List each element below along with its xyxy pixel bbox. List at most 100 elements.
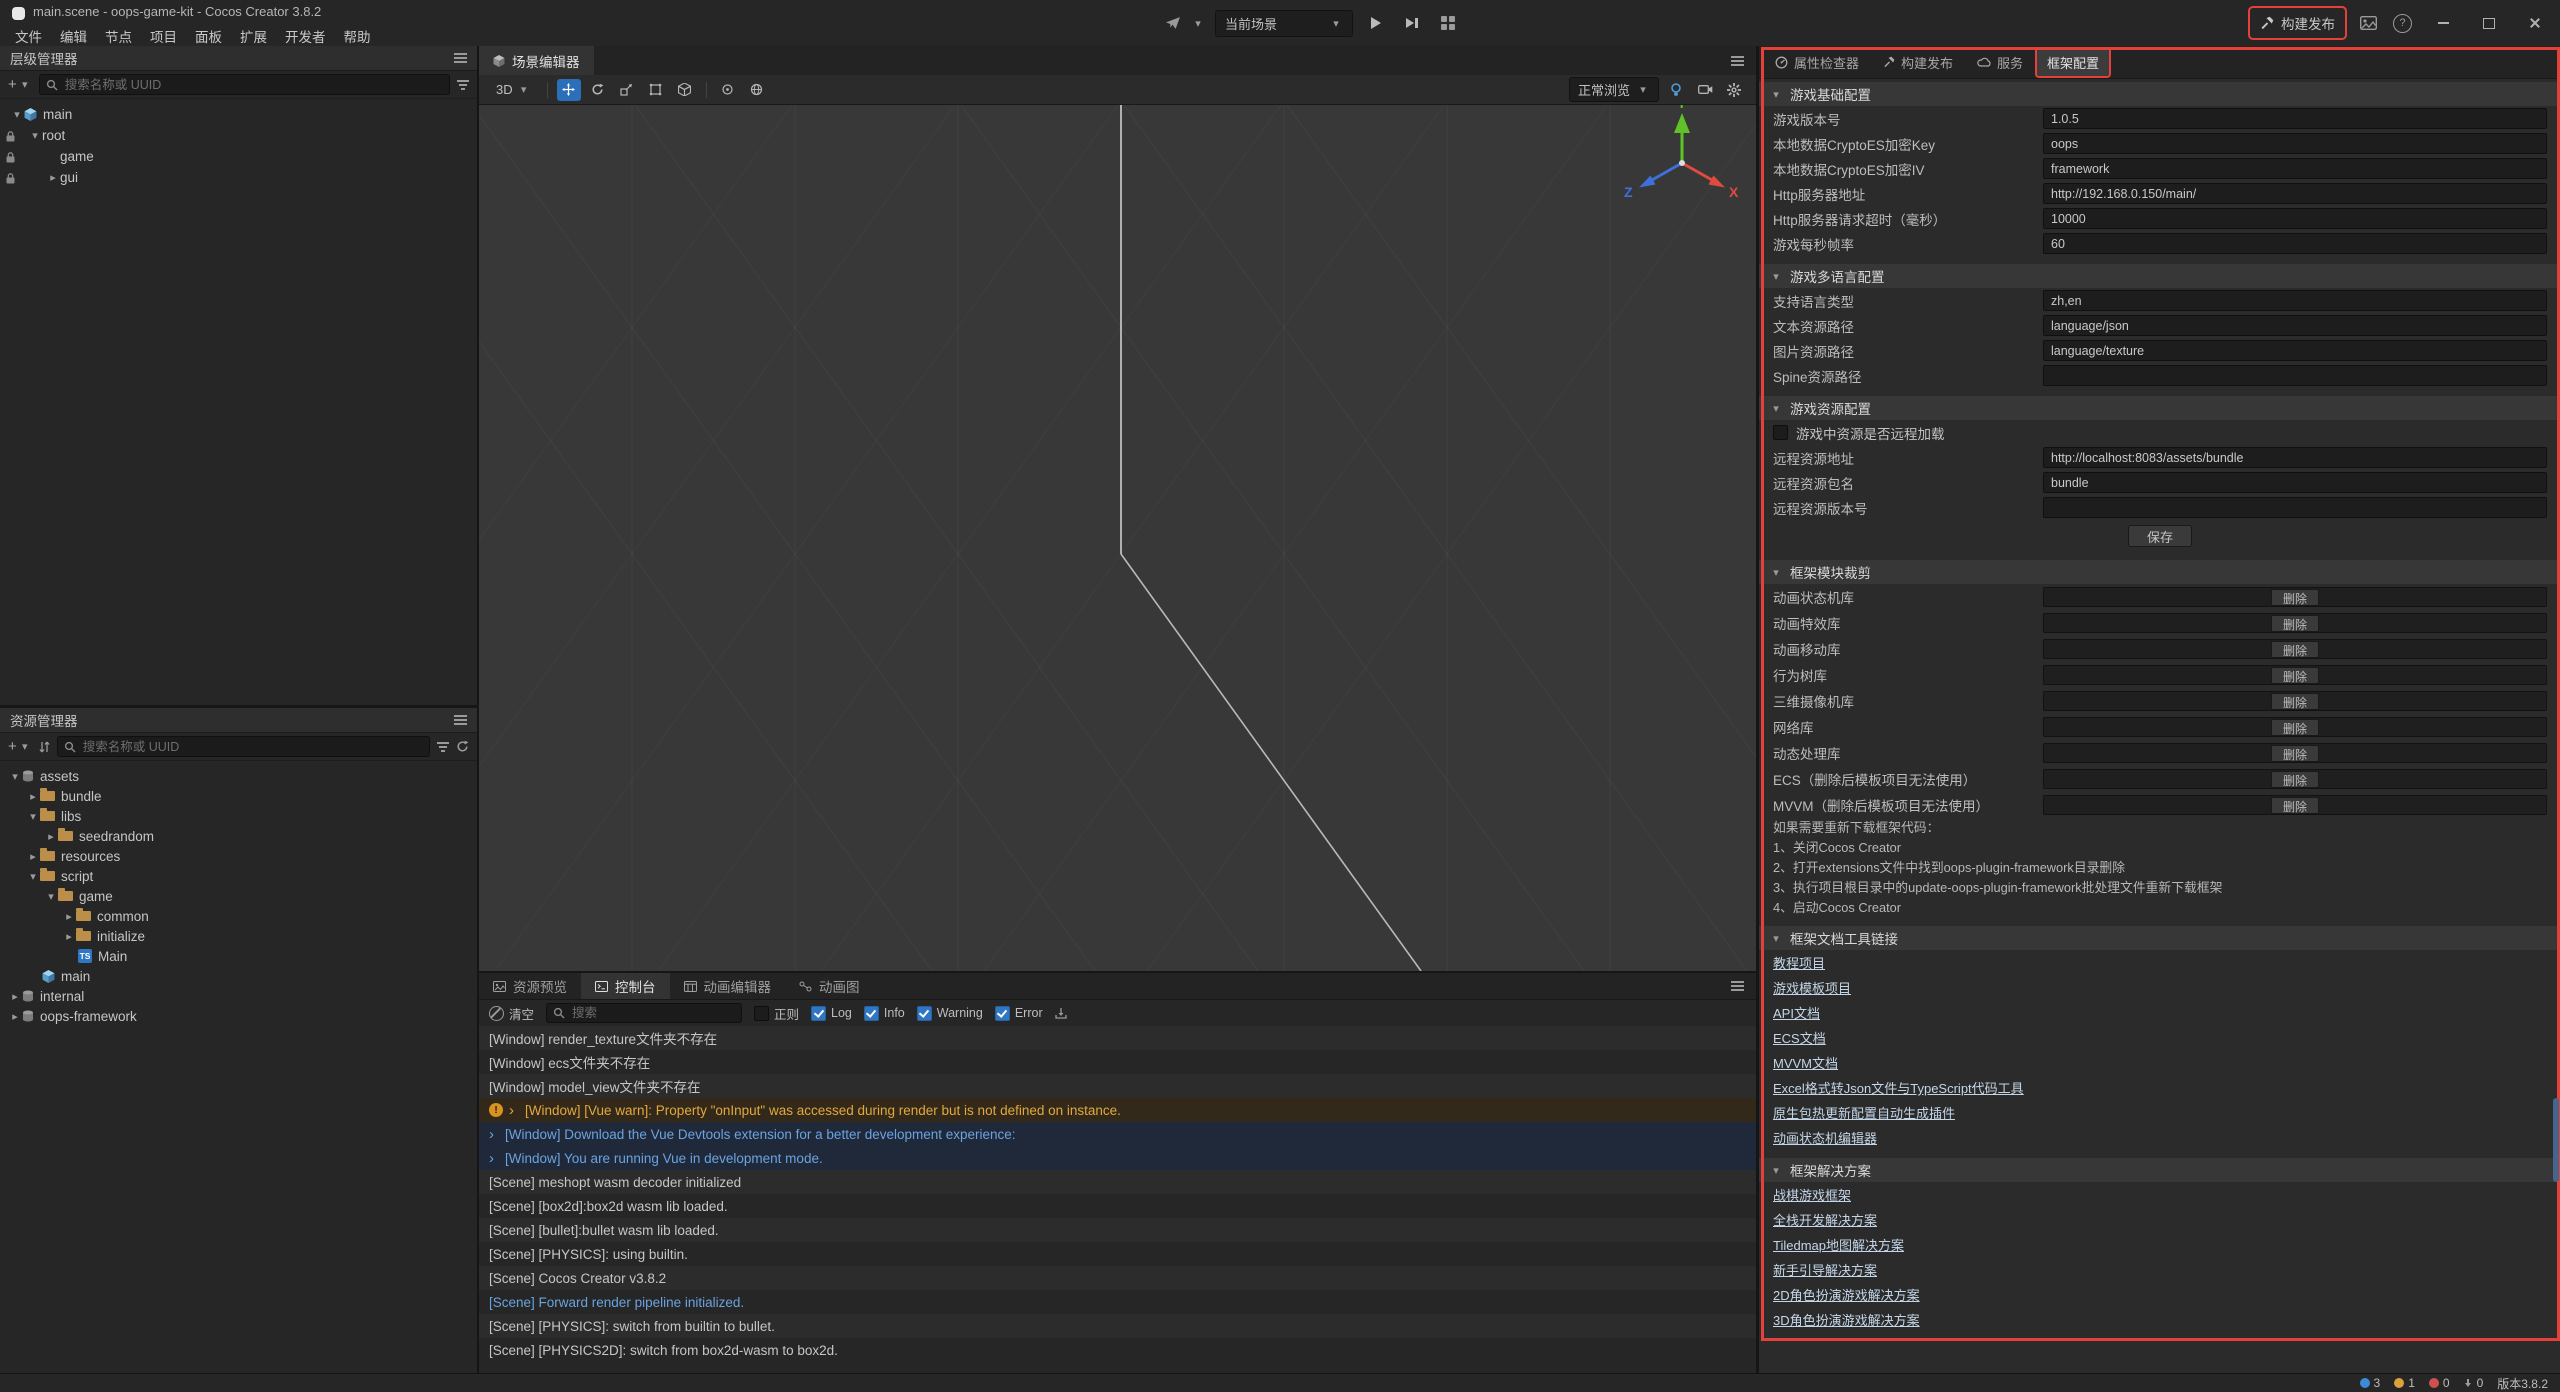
delete-button[interactable]: 删除	[2271, 615, 2319, 632]
doc-link-template[interactable]: 游戏模板项目	[1773, 978, 1851, 997]
hierarchy-search[interactable]	[39, 74, 450, 95]
transform-tool-button[interactable]	[673, 79, 697, 101]
tab-build-publish[interactable]: 构建发布	[1873, 49, 1963, 76]
expand-chevron-icon[interactable]	[509, 1102, 519, 1119]
delete-button[interactable]: 删除	[2271, 667, 2319, 684]
view-mode-dropdown[interactable]: 正常浏览	[1569, 77, 1659, 102]
doc-link-anim-state-editor[interactable]: 动画状态机编辑器	[1773, 1128, 1877, 1147]
spine-res-path-input[interactable]	[2043, 365, 2547, 386]
status-info-count[interactable]: 3	[2360, 1376, 2381, 1390]
status-error-count[interactable]: 0	[2429, 1376, 2450, 1390]
doc-link-excel-tool[interactable]: Excel格式转Json文件与TypeScript代码工具	[1773, 1078, 2024, 1097]
delete-button[interactable]: 删除	[2271, 589, 2319, 606]
expand-caret-icon[interactable]	[44, 890, 58, 903]
expand-caret-icon[interactable]	[26, 870, 40, 883]
tab-scene-editor[interactable]: 场景编辑器	[479, 46, 594, 75]
lock-icon[interactable]	[6, 130, 15, 145]
log-entry[interactable]: [Window] model_view文件夹不存在	[479, 1074, 1756, 1098]
languages-input[interactable]	[2043, 290, 2547, 311]
filter-warning-checkbox[interactable]: Warning	[917, 1006, 983, 1021]
layout-button[interactable]	[1435, 11, 1461, 35]
section-module-trim[interactable]: 框架模块裁剪	[1759, 560, 2560, 584]
log-entry[interactable]: [Scene] [PHYSICS]: using builtin.	[479, 1242, 1756, 1266]
asset-node-script[interactable]: script	[0, 866, 477, 886]
scene-settings-button[interactable]	[1722, 79, 1746, 101]
clear-console-button[interactable]: 清空	[489, 1004, 534, 1023]
pivot-toggle-button[interactable]	[716, 79, 740, 101]
expand-caret-icon[interactable]	[10, 108, 24, 121]
filter-error-checkbox[interactable]: Error	[995, 1006, 1043, 1021]
asset-node-main-ts[interactable]: TS Main	[0, 946, 477, 966]
log-entry[interactable]: [Scene] Cocos Creator v3.8.2	[479, 1266, 1756, 1290]
help-icon[interactable]	[2393, 14, 2412, 33]
expand-caret-icon[interactable]	[26, 810, 40, 823]
asset-node-oops-framework[interactable]: oops-framework	[0, 1006, 477, 1026]
asset-node-bundle[interactable]: bundle	[0, 786, 477, 806]
console-log-list[interactable]: [Window] render_texture文件夹不存在 [Window] e…	[479, 1026, 1756, 1373]
panel-menu-icon[interactable]	[454, 57, 467, 59]
section-game-basic[interactable]: 游戏基础配置	[1759, 82, 2560, 106]
section-doc-links[interactable]: 框架文档工具链接	[1759, 926, 2560, 950]
doc-link-api[interactable]: API文档	[1773, 1003, 1820, 1022]
delete-button[interactable]: 删除	[2271, 641, 2319, 658]
expand-caret-icon[interactable]	[46, 171, 60, 184]
scene-view[interactable]: Y X Z	[479, 105, 1756, 971]
remote-url-input[interactable]	[2043, 447, 2547, 468]
inspector-scrollbar[interactable]	[2553, 1098, 2559, 1182]
asset-node-game[interactable]: game	[0, 886, 477, 906]
menu-project[interactable]: 项目	[141, 24, 186, 48]
asset-node-internal[interactable]: internal	[0, 986, 477, 1006]
doc-link-ecs[interactable]: ECS文档	[1773, 1028, 1826, 1047]
asset-node-main-scene[interactable]: main	[0, 966, 477, 986]
hierarchy-node-game[interactable]: game	[0, 146, 477, 167]
rotate-tool-button[interactable]	[586, 79, 610, 101]
log-entry-info[interactable]: [Window] Download the Vue Devtools exten…	[479, 1122, 1756, 1146]
asset-node-initialize[interactable]: initialize	[0, 926, 477, 946]
tab-animation-graph[interactable]: 动画图	[785, 973, 874, 999]
delete-button[interactable]: 删除	[2271, 771, 2319, 788]
lock-icon[interactable]	[6, 172, 15, 187]
image-preview-icon[interactable]	[2360, 16, 2377, 30]
solution-link-2drpg[interactable]: 2D角色扮演游戏解决方案	[1773, 1285, 1920, 1304]
expand-caret-icon[interactable]	[28, 129, 42, 142]
tab-property-inspector[interactable]: 属性检查器	[1765, 49, 1869, 76]
console-search-input[interactable]	[570, 1005, 735, 1021]
save-button[interactable]: 保存	[2128, 525, 2192, 547]
filter-log-checkbox[interactable]: Log	[811, 1006, 852, 1021]
log-entry[interactable]: [Scene] [bullet]:bullet wasm lib loaded.	[479, 1218, 1756, 1242]
scene-select-dropdown[interactable]: 当前场景	[1215, 10, 1353, 37]
maximize-button[interactable]	[2474, 0, 2504, 46]
menu-help[interactable]: 帮助	[335, 24, 380, 48]
export-log-icon[interactable]	[1055, 1007, 1067, 1019]
regex-checkbox[interactable]: 正则	[754, 1004, 799, 1023]
rect-tool-button[interactable]	[644, 79, 668, 101]
expand-caret-icon[interactable]	[8, 990, 22, 1003]
tab-console[interactable]: 控制台	[581, 973, 670, 999]
expand-caret-icon[interactable]	[26, 790, 40, 803]
hierarchy-node-root[interactable]: root	[0, 125, 477, 146]
sort-icon[interactable]	[39, 741, 50, 753]
remote-load-checkbox[interactable]	[1773, 425, 1788, 440]
tab-service[interactable]: 服务	[1967, 49, 2033, 76]
solution-link-fullstack[interactable]: 全栈开发解决方案	[1773, 1210, 1877, 1229]
expand-caret-icon[interactable]	[44, 830, 58, 843]
frame-rate-input[interactable]	[2043, 233, 2547, 254]
image-res-path-input[interactable]	[2043, 340, 2547, 361]
assets-search-input[interactable]	[81, 739, 423, 755]
move-tool-button[interactable]	[557, 79, 581, 101]
console-search[interactable]	[546, 1003, 742, 1023]
log-entry[interactable]: [Window] render_texture文件夹不存在	[479, 1026, 1756, 1050]
status-warning-count[interactable]: 1	[2394, 1376, 2415, 1390]
log-entry-info[interactable]: [Scene] Forward render pipeline initiali…	[479, 1290, 1756, 1314]
crypto-key-input[interactable]	[2043, 133, 2547, 154]
asset-node-libs[interactable]: libs	[0, 806, 477, 826]
log-entry[interactable]: [Scene] meshopt wasm decoder initialized	[479, 1170, 1756, 1194]
expand-caret-icon[interactable]	[8, 770, 22, 783]
log-entry[interactable]: [Scene] [box2d]:box2d wasm lib loaded.	[479, 1194, 1756, 1218]
dimension-toggle-button[interactable]: 3D	[489, 79, 538, 100]
delete-button[interactable]: 删除	[2271, 797, 2319, 814]
menu-developer[interactable]: 开发者	[276, 24, 335, 48]
expand-chevron-icon[interactable]	[489, 1126, 499, 1143]
hierarchy-search-input[interactable]	[63, 77, 443, 93]
text-res-path-input[interactable]	[2043, 315, 2547, 336]
